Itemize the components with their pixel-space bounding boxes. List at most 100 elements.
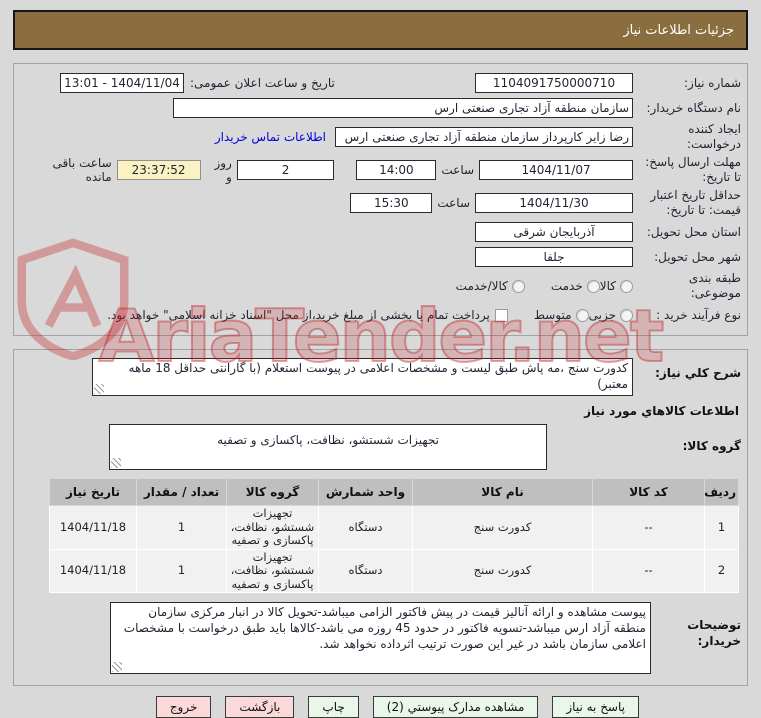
price-validity-date-field[interactable]: 1404/11/30 — [475, 193, 633, 213]
row-need-desc: شرح کلي نیاز: کدورت سنج ،مه پاش طبق لیست… — [20, 358, 741, 396]
row-buyer-org: نام دستگاه خریدار: سازمان منطقه آزاد تجا… — [20, 97, 741, 119]
resize-grip-icon[interactable] — [94, 384, 104, 394]
radio-goods-service-label: کالا/خدمت — [455, 279, 508, 293]
radio-partial-icon[interactable] — [620, 308, 633, 322]
print-button[interactable]: چاپ — [308, 696, 359, 718]
purchase-process-label: نوع فرآیند خرید : — [656, 307, 741, 322]
view-attached-docs-button[interactable]: مشاهده مدارک پیوستي (2) — [372, 696, 539, 718]
goods-table: ردیف کد کالا نام کالا واحد شمارش گروه کا… — [49, 478, 739, 594]
radio-medium-label: متوسط — [533, 308, 572, 322]
row-delivery-city: شهر محل تحویل: جلفا — [20, 246, 741, 268]
days-label: روز و — [214, 156, 232, 184]
goods-group-text: تجهیزات شستشو، نظافت، پاکسازی و تصفیه — [217, 433, 439, 447]
respond-to-need-button[interactable]: پاسخ به نیاز — [552, 696, 639, 718]
response-deadline-label: مهلت ارسال پاسخ: تا تاریخ: — [645, 155, 741, 184]
radio-goods-label: کالا — [599, 279, 616, 293]
price-validity-time-field[interactable]: 15:30 — [350, 193, 433, 213]
cell-quantity: 1 — [136, 505, 227, 550]
price-validity-hour-label: ساعت — [437, 196, 470, 210]
col-row-number: ردیف — [704, 478, 739, 506]
row-subject-class: طبقه بندی موضوعی: کالا خدمت کالا/خدمت — [20, 271, 741, 301]
countdown-timer: 23:37:52 — [116, 160, 201, 180]
announce-datetime-label: تاریخ و ساعت اعلان عمومی: — [190, 76, 335, 90]
col-goods-code: کد کالا — [592, 478, 705, 506]
process-option-medium[interactable]: متوسط — [534, 308, 589, 322]
cell-row-number: 2 — [704, 548, 739, 594]
cell-goods-group: تجهیزات شستشو، نظافت، پاکسازی و تصفیه — [226, 505, 319, 550]
remaining-hours-label: ساعت باقی مانده — [52, 156, 112, 184]
treasury-checkbox-icon[interactable] — [494, 308, 508, 322]
days-remaining-field[interactable]: 2 — [236, 160, 335, 180]
cell-goods-code: -- — [592, 505, 705, 550]
radio-medium-icon[interactable] — [575, 308, 589, 322]
goods-group-textarea[interactable]: تجهیزات شستشو، نظافت، پاکسازی و تصفیه — [109, 424, 547, 470]
goods-table-header-row: ردیف کد کالا نام کالا واحد شمارش گروه کا… — [49, 478, 739, 506]
row-price-validity: حداقل تاریخ اعتبار قیمت: تا تاریخ: 1404/… — [20, 188, 741, 218]
request-creator-field[interactable]: رضا زایر کارپرداز سازمان منطقه آزاد تجار… — [335, 127, 633, 147]
buyer-org-field[interactable]: سازمان منطقه آزاد تجاری صنعتی ارس — [173, 98, 633, 118]
col-quantity: تعداد / مقدار — [136, 478, 227, 506]
cell-quantity: 1 — [136, 548, 227, 594]
delivery-city-label: شهر محل تحویل: — [654, 249, 741, 264]
subject-option-goods-service[interactable]: کالا/خدمت — [456, 279, 525, 293]
buyer-notes-label: توضیحات خریدار: — [687, 618, 741, 648]
col-goods-name: نام کالا — [412, 478, 593, 506]
page-title-bar: جزئیات اطلاعات نیاز — [13, 10, 748, 50]
resize-grip-icon[interactable] — [112, 662, 122, 673]
need-desc-text: کدورت سنج ،مه پاش طبق لیست و مشخصات اعلا… — [128, 361, 628, 391]
need-desc-label: شرح کلي نیاز: — [655, 366, 741, 380]
request-creator-label: ایجاد کننده درخواست: — [687, 122, 741, 151]
delivery-province-field[interactable]: آذربایجان شرقی — [475, 222, 633, 242]
response-deadline-date-field[interactable]: 1404/11/07 — [479, 160, 633, 180]
resize-grip-icon[interactable] — [111, 458, 121, 468]
cell-goods-group: تجهیزات شستشو، نظافت، پاکسازی و تصفیه — [226, 548, 319, 594]
delivery-city-field[interactable]: جلفا — [475, 247, 633, 267]
row-goods-group: گروه کالا: تجهیزات شستشو، نظافت، پاکسازی… — [20, 424, 741, 470]
action-buttons: پاسخ به نیاز مشاهده مدارک پیوستي (2) چاپ… — [0, 696, 639, 718]
subject-option-service[interactable]: خدمت — [551, 279, 600, 293]
response-time-field[interactable]: 14:00 — [356, 160, 437, 180]
buyer-notes-textarea[interactable]: پیوست مشاهده و ارائه آنالیز قیمت در پیش … — [110, 602, 651, 675]
radio-goods-icon[interactable] — [620, 279, 633, 293]
exit-button[interactable]: خروج — [155, 696, 212, 718]
treasury-checkbox-label: پرداخت تمام یا بخشی از مبلغ خرید،از محل … — [107, 308, 490, 322]
buyer-org-label: نام دستگاه خریدار: — [646, 100, 742, 115]
col-unit: واحد شمارش — [318, 478, 413, 506]
price-validity-label: حداقل تاریخ اعتبار قیمت: تا تاریخ: — [650, 188, 741, 217]
announce-datetime-field[interactable]: 1404/11/04 - 13:01 — [60, 73, 184, 93]
radio-partial-label: جزیی — [588, 308, 616, 322]
row-delivery-province: استان محل تحویل: آذربایجان شرقی — [20, 221, 741, 243]
need-desc-textarea[interactable]: کدورت سنج ،مه پاش طبق لیست و مشخصات اعلا… — [92, 358, 633, 396]
subject-option-goods[interactable]: کالا — [600, 279, 633, 293]
cell-need-date: 1404/11/18 — [49, 505, 137, 550]
row-buyer-notes: توضیحات خریدار: پیوست مشاهده و ارائه آنا… — [20, 602, 741, 675]
treasury-payment-option[interactable]: پرداخت تمام یا بخشی از مبلغ خرید،از محل … — [107, 308, 508, 322]
need-info-panel: شماره نیاز: 1104091750000710 تاریخ و ساع… — [13, 63, 748, 336]
cell-unit: دستگاه — [318, 548, 413, 594]
page-title: جزئیات اطلاعات نیاز — [623, 22, 734, 38]
cell-row-number: 1 — [704, 505, 739, 550]
buyer-contact-link[interactable]: اطلاعات تماس خریدار — [215, 130, 326, 144]
goods-group-label: گروه کالا: — [682, 439, 741, 454]
cell-goods-name: کدورت سنج — [412, 548, 593, 594]
radio-goods-service-icon[interactable] — [511, 279, 525, 293]
cell-goods-name: کدورت سنج — [412, 505, 593, 550]
table-row[interactable]: 1 -- کدورت سنج دستگاه تجهیزات شستشو، نظا… — [49, 505, 739, 550]
col-need-date: تاریخ نیاز — [49, 478, 137, 506]
need-number-label: شماره نیاز: — [684, 75, 741, 90]
response-hour-label: ساعت — [441, 163, 475, 177]
need-number-field[interactable]: 1104091750000710 — [475, 73, 633, 93]
col-goods-group: گروه کالا — [226, 478, 319, 506]
row-need-number: شماره نیاز: 1104091750000710 تاریخ و ساع… — [20, 72, 741, 94]
row-request-creator: ایجاد کننده درخواست: رضا زایر کارپرداز س… — [20, 122, 741, 152]
radio-service-icon[interactable] — [586, 279, 600, 293]
table-row[interactable]: 2 -- کدورت سنج دستگاه تجهیزات شستشو، نظا… — [49, 548, 739, 594]
delivery-province-label: استان محل تحویل: — [646, 224, 741, 239]
cell-goods-code: -- — [592, 548, 705, 594]
row-response-deadline: مهلت ارسال پاسخ: تا تاریخ: 1404/11/07 سا… — [20, 155, 741, 185]
back-button[interactable]: بازگشت — [225, 696, 295, 718]
process-option-partial[interactable]: جزیی — [589, 308, 633, 322]
need-details-panel: شرح کلي نیاز: کدورت سنج ،مه پاش طبق لیست… — [13, 349, 748, 687]
subject-class-label: طبقه بندی موضوعی: — [688, 271, 741, 300]
cell-unit: دستگاه — [318, 505, 413, 550]
